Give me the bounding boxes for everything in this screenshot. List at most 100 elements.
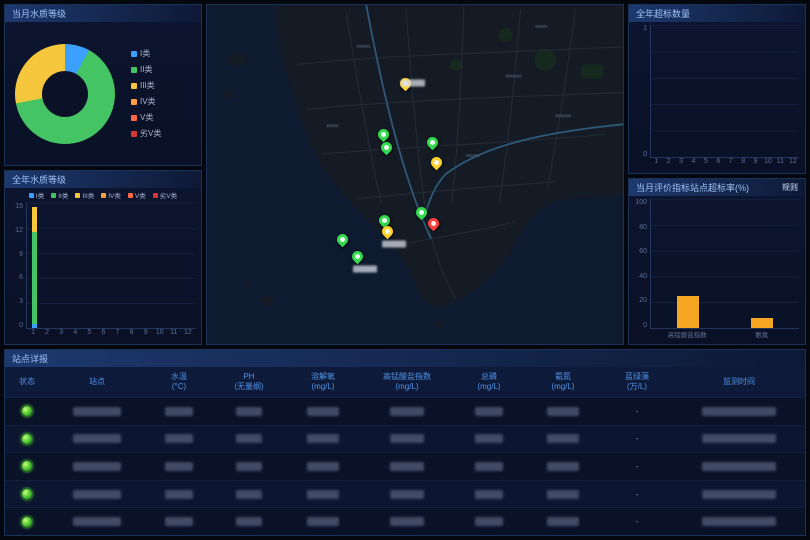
rule-button[interactable]: 规则 <box>782 182 798 193</box>
legend-swatch <box>75 193 80 198</box>
redacted-value <box>165 407 193 416</box>
y-axis: 15129630 <box>9 203 26 329</box>
redacted-value <box>702 434 776 443</box>
rate-bar <box>677 296 699 328</box>
map-label-redacted <box>353 266 377 273</box>
col-header-do: 溶解氧(mg/L) <box>285 372 361 393</box>
redacted-value <box>236 407 262 416</box>
panel-header: 当月水质等级 <box>5 5 201 22</box>
plot-area <box>26 203 195 329</box>
legend-item[interactable]: III类 <box>75 190 94 200</box>
redacted-value <box>165 462 193 471</box>
redacted-value <box>307 462 339 471</box>
donut-chart[interactable] <box>15 44 115 144</box>
redacted-value <box>475 490 503 499</box>
legend-swatch <box>131 131 137 137</box>
map-pin-green[interactable] <box>424 135 440 151</box>
legend-item[interactable]: IV类 <box>131 96 161 107</box>
redacted-value <box>73 490 121 499</box>
map-pin-green[interactable] <box>414 204 430 220</box>
redacted-value <box>307 490 339 499</box>
stacked-bar <box>144 203 149 328</box>
status-indicator <box>22 489 32 499</box>
legend-swatch <box>131 51 137 57</box>
year-quality-chart[interactable]: 15129630 123456789101112 <box>5 200 201 344</box>
stations-table-header: 状态站点水温(°C)PH(无量纲)溶解氧(mg/L)高锰酸盐指数(mg/L)总磷… <box>5 367 805 397</box>
legend-item[interactable]: II类 <box>131 64 161 75</box>
status-indicator <box>22 517 32 527</box>
legend-swatch <box>51 193 56 198</box>
table-row[interactable]: - <box>5 397 805 425</box>
y-axis: 100806040200 <box>633 199 650 329</box>
redacted-value <box>390 462 424 471</box>
legend-item[interactable]: III类 <box>131 80 161 91</box>
stacked-bar <box>74 203 79 328</box>
col-header-status: 状态 <box>5 377 49 387</box>
table-row[interactable]: - <box>5 425 805 453</box>
redacted-value <box>475 517 503 526</box>
redacted-value <box>390 517 424 526</box>
legend-swatch <box>131 99 137 105</box>
legend-item[interactable]: II类 <box>51 190 68 200</box>
legend-item[interactable]: IV类 <box>101 190 121 200</box>
rate-bar <box>751 318 773 328</box>
col-header-time: 监测时间 <box>673 377 805 387</box>
legend-item[interactable]: 劣V类 <box>131 128 161 139</box>
redacted-value <box>547 490 579 499</box>
panel-stations: 站点详报 状态站点水温(°C)PH(无量纲)溶解氧(mg/L)高锰酸盐指数(mg… <box>4 349 806 536</box>
map-pin-green[interactable] <box>349 248 365 264</box>
stacked-bar <box>88 203 93 328</box>
map-canvas[interactable] <box>206 4 624 345</box>
map-pin-yellow[interactable] <box>429 155 445 171</box>
panel-header: 站点详报 <box>5 350 805 367</box>
map-pins-layer <box>207 5 623 344</box>
panel-title: 站点详报 <box>12 352 48 365</box>
panel-header: 全年水质等级 <box>5 171 201 188</box>
legend-item[interactable]: 劣V类 <box>153 190 177 200</box>
legend-swatch <box>131 115 137 121</box>
legend-item[interactable]: V类 <box>128 190 146 200</box>
redacted-value <box>702 462 776 471</box>
table-row[interactable]: - <box>5 480 805 508</box>
map-pin-green[interactable] <box>376 126 392 142</box>
stacked-bar <box>102 203 107 328</box>
redacted-value <box>236 434 262 443</box>
redacted-value <box>73 434 121 443</box>
redacted-value <box>475 434 503 443</box>
redacted-value <box>236 517 262 526</box>
redacted-value <box>165 434 193 443</box>
legend-item[interactable]: I类 <box>131 48 161 59</box>
legend-item[interactable]: I类 <box>29 190 44 200</box>
legend-swatch <box>131 67 137 73</box>
redacted-value <box>475 462 503 471</box>
panel-month-rate: 当月评价指标站点超标率(%) 规则 100806040200 高锰酸盐指数氨氮 <box>628 178 806 345</box>
dashboard: 当月水质等级 I类II类III类IV类V类劣V类 全年水质等级 I类II类III… <box>0 0 810 540</box>
table-row[interactable]: - <box>5 452 805 480</box>
x-axis: 123456789101112 <box>650 158 799 169</box>
map-pin-green[interactable] <box>335 231 351 247</box>
status-indicator <box>22 434 32 444</box>
legend-item[interactable]: V类 <box>131 112 161 123</box>
map-pin-red[interactable] <box>426 216 442 232</box>
plot-area <box>650 25 799 158</box>
redacted-value <box>236 462 262 471</box>
map-label-redacted <box>382 240 406 247</box>
x-axis: 123456789101112 <box>26 329 195 340</box>
panel-year-quality: 全年水质等级 I类 II类 III类 IV类 V类劣V类 15129630 123456… <box>4 170 202 345</box>
year-exceed-chart[interactable]: 10 123456789101112 <box>629 22 805 173</box>
redacted-value <box>165 490 193 499</box>
table-row[interactable]: - <box>5 507 805 535</box>
month-rate-chart[interactable]: 100806040200 高锰酸盐指数氨氮 <box>629 196 805 344</box>
status-indicator <box>22 406 32 416</box>
col-header-algae: 蓝绿藻(万/L) <box>601 372 673 393</box>
panel-year-exceed: 全年超标数量 10 123456789101112 <box>628 4 806 174</box>
redacted-value <box>702 490 776 499</box>
redacted-value <box>236 490 262 499</box>
stacked-bar <box>130 203 135 328</box>
map-label-redacted <box>401 79 425 86</box>
col-header-codmn: 高锰酸盐指数(mg/L) <box>361 372 453 393</box>
map-pin-green[interactable] <box>379 140 395 156</box>
panel-title: 当月评价指标站点超标率(%) <box>636 181 749 194</box>
stacked-bar <box>116 203 121 328</box>
redacted-value <box>390 407 424 416</box>
